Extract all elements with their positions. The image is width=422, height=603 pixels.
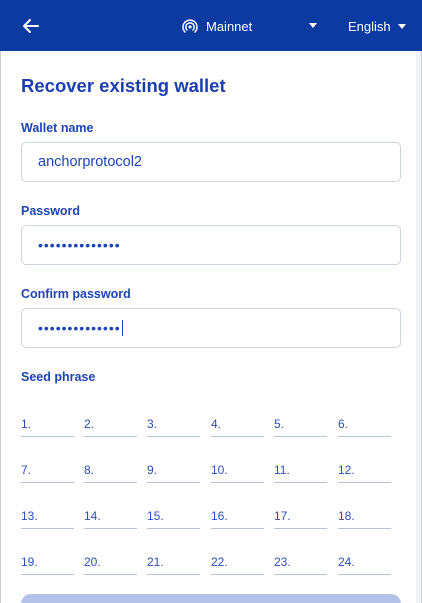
network-label: Mainnet	[206, 18, 253, 34]
password-field[interactable]: ••••••••••••••	[21, 225, 401, 265]
language-label: English	[348, 18, 391, 34]
seed-word-input[interactable]: 2.	[84, 411, 137, 437]
confirm-password-value: ••••••••••••••	[38, 320, 121, 336]
seed-word-input[interactable]: 7.	[21, 457, 74, 483]
chevron-down-icon[interactable]	[309, 23, 317, 28]
seed-word-number: 18.	[338, 509, 355, 523]
page-title: Recover existing wallet	[21, 75, 226, 96]
seed-word-input[interactable]: 5.	[274, 411, 327, 437]
wallet-name-value: anchorprotocol2	[38, 154, 142, 170]
seed-word-number: 9.	[147, 463, 158, 477]
seed-word-input[interactable]: 3.	[147, 411, 200, 437]
seed-word-number: 4.	[211, 417, 222, 431]
chevron-down-icon	[397, 23, 406, 29]
seed-word-input[interactable]: 24.	[338, 549, 391, 575]
seed-word-number: 1.	[21, 417, 32, 431]
password-label: Password	[21, 204, 81, 218]
confirm-password-field[interactable]: ••••••••••••••	[21, 308, 401, 348]
seed-word-input[interactable]: 22.	[211, 549, 264, 575]
seed-word-input[interactable]: 8.	[84, 457, 137, 483]
seed-word-number: 8.	[84, 463, 95, 477]
seed-word-input[interactable]: 11.	[274, 457, 327, 483]
seed-word-number: 13.	[21, 509, 38, 523]
seed-word-input[interactable]: 14.	[84, 503, 137, 529]
seed-word-input[interactable]: 19.	[21, 549, 74, 575]
seed-word-number: 12.	[338, 463, 355, 477]
seed-word-input[interactable]: 1.	[21, 411, 74, 437]
seed-word-number: 11.	[274, 463, 290, 477]
confirm-password-label: Confirm password	[21, 287, 131, 301]
seed-word-input[interactable]: 4.	[211, 411, 264, 437]
wallet-name-field[interactable]: anchorprotocol2	[21, 142, 401, 182]
network-selector[interactable]: Mainnet	[182, 17, 252, 35]
recover-button[interactable]	[21, 594, 401, 603]
arrow-left-icon	[23, 19, 39, 33]
back-button[interactable]	[20, 15, 42, 37]
seed-word-number: 23.	[274, 555, 291, 569]
top-bar: Mainnet English	[0, 0, 422, 51]
window-border-left	[0, 51, 1, 603]
password-value: ••••••••••••••	[38, 237, 121, 253]
seed-word-input[interactable]: 9.	[147, 457, 200, 483]
wallet-name-label: Wallet name	[21, 121, 94, 135]
language-selector[interactable]: English	[348, 17, 406, 35]
seed-word-input[interactable]: 10.	[211, 457, 264, 483]
seed-word-input[interactable]: 23.	[274, 549, 327, 575]
seed-word-input[interactable]: 17.	[274, 503, 327, 529]
seed-word-number: 16.	[211, 509, 228, 523]
seed-word-number: 22.	[211, 555, 228, 569]
seed-word-number: 17.	[274, 509, 291, 523]
seed-word-input[interactable]: 16.	[211, 503, 264, 529]
seed-word-number: 6.	[338, 417, 349, 431]
seed-phrase-label: Seed phrase	[21, 370, 96, 384]
seed-word-number: 5.	[274, 417, 285, 431]
seed-word-input[interactable]: 15.	[147, 503, 200, 529]
seed-word-input[interactable]: 12.	[338, 457, 391, 483]
seed-word-number: 19.	[21, 555, 38, 569]
seed-word-input[interactable]: 6.	[338, 411, 391, 437]
seed-word-input[interactable]: 18.	[338, 503, 391, 529]
seed-word-input[interactable]: 20.	[84, 549, 137, 575]
seed-word-number: 7.	[21, 463, 32, 477]
seed-word-number: 20.	[84, 555, 101, 569]
seed-word-number: 10.	[211, 463, 228, 477]
seed-word-input[interactable]: 13.	[21, 503, 74, 529]
text-cursor	[121, 320, 123, 336]
seed-word-input[interactable]: 21.	[147, 549, 200, 575]
seed-word-number: 24.	[338, 555, 355, 569]
seed-word-number: 21.	[147, 555, 164, 569]
seed-word-number: 14.	[84, 509, 101, 523]
broadcast-icon	[182, 19, 198, 33]
seed-word-number: 3.	[147, 417, 158, 431]
seed-word-number: 15.	[147, 509, 164, 523]
seed-word-number: 2.	[84, 417, 95, 431]
